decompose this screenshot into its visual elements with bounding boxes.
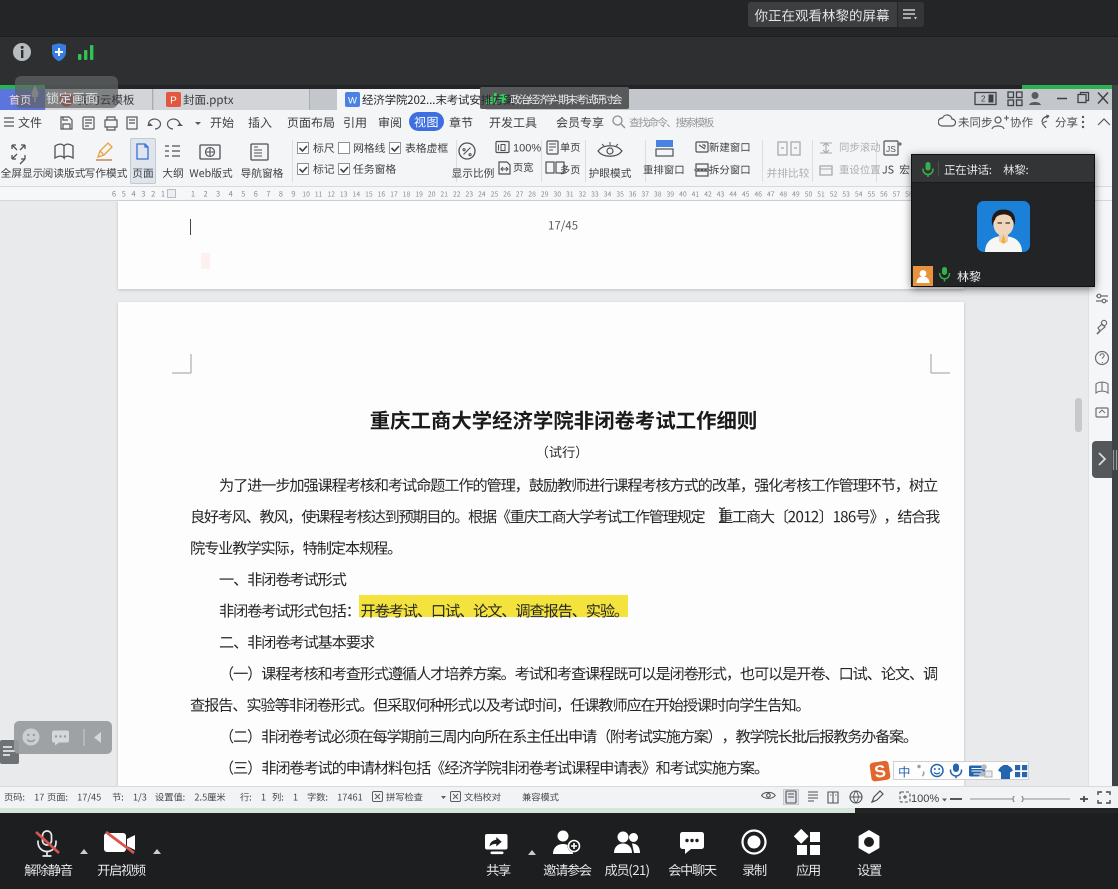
svg-text:JS: JS — [886, 144, 896, 154]
svg-text:100%: 100% — [513, 143, 541, 155]
svg-text:W: W — [348, 96, 357, 107]
svg-text:2: 2 — [981, 95, 986, 104]
svg-text:P: P — [170, 96, 177, 107]
